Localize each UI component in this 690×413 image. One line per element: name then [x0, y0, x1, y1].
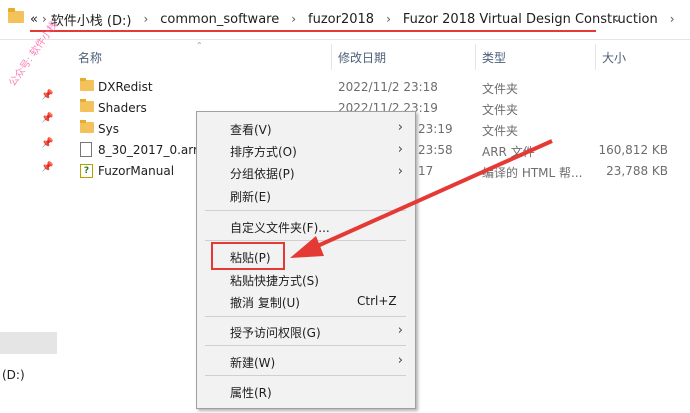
file-type: 文件夹 — [482, 103, 519, 117]
menu-item-undo-copy[interactable]: 撤消 复制(U) Ctrl+Z — [197, 290, 415, 312]
file-icon — [80, 142, 92, 157]
column-header-type[interactable]: 类型 — [482, 49, 506, 66]
file-type: 文件夹 — [482, 82, 519, 96]
help-file-icon: ? — [80, 164, 93, 178]
breadcrumb: « › 软件小栈 (D:) › common_software › fuzor2… — [30, 8, 687, 30]
annotation-underline — [30, 30, 596, 32]
menu-item-grant-access[interactable]: 授予访问权限(G) › — [197, 320, 415, 342]
file-type: 编译的 HTML 帮... — [482, 166, 583, 180]
column-divider[interactable] — [331, 44, 332, 70]
file-size: 23,788 KB — [606, 164, 668, 178]
file-name: Sys — [98, 122, 119, 136]
chevron-right-icon[interactable]: › — [386, 12, 391, 26]
pin-icon[interactable]: 📌 — [41, 90, 53, 101]
menu-item-group[interactable]: 分组依据(P) › — [197, 161, 415, 183]
menu-item-new[interactable]: 新建(W) › — [197, 350, 415, 372]
menu-separator — [205, 345, 406, 346]
sort-up-icon: ⌃ — [196, 41, 203, 50]
breadcrumb-item-fuzor2018[interactable]: fuzor2018 — [308, 12, 374, 27]
file-date: 23:58 — [418, 143, 453, 157]
menu-item-refresh[interactable]: 刷新(E) — [197, 184, 415, 206]
column-header-date[interactable]: 修改日期 — [338, 49, 386, 66]
menu-item-paste-shortcut[interactable]: 粘贴快捷方式(S) — [197, 268, 415, 290]
file-type: 文件夹 — [482, 124, 519, 138]
file-name: 8_30_2017_0.arr — [98, 143, 198, 157]
divider — [0, 39, 690, 40]
breadcrumb-overflow[interactable]: « — [30, 12, 38, 27]
address-dropdown-chevron-icon[interactable]: ⌄ — [612, 11, 622, 25]
breadcrumb-item-common-software[interactable]: common_software — [160, 12, 279, 27]
folder-icon — [80, 120, 94, 133]
menu-separator — [205, 375, 406, 376]
nav-item-drive-d[interactable]: (D:) — [2, 368, 25, 382]
pin-icon[interactable]: 📌 — [41, 138, 53, 149]
file-type: ARR 文件 — [482, 145, 535, 159]
chevron-right-icon: › — [397, 142, 403, 157]
menu-item-view[interactable]: 查看(V) › — [197, 117, 415, 139]
address-bar[interactable]: « › 软件小栈 (D:) › common_software › fuzor2… — [0, 0, 690, 40]
column-divider[interactable] — [475, 44, 476, 70]
menu-separator — [205, 316, 406, 317]
folder-icon — [80, 99, 94, 112]
file-size: 160,812 KB — [598, 143, 668, 157]
chevron-right-icon[interactable]: › — [670, 12, 675, 26]
shortcut-label: Ctrl+Z — [357, 294, 397, 308]
file-name: FuzorManual — [98, 164, 175, 178]
file-name: DXRedist — [98, 80, 153, 94]
file-date: 17 — [418, 164, 434, 178]
pin-icon[interactable]: 📌 — [41, 162, 53, 173]
column-divider[interactable] — [595, 44, 596, 70]
menu-separator — [205, 210, 406, 211]
navigation-pane: 📌 📌 📌 📌 (D:) — [0, 40, 57, 413]
file-date: 2022/11/2 23:18 — [338, 80, 438, 94]
breadcrumb-item-drive[interactable]: 软件小栈 (D:) — [51, 10, 132, 29]
chevron-right-icon: › — [397, 164, 403, 179]
chevron-right-icon[interactable]: › — [291, 12, 296, 26]
chevron-right-icon: › — [397, 353, 403, 368]
folder-icon — [8, 8, 24, 23]
chevron-right-icon: › — [397, 323, 403, 338]
chevron-right-icon[interactable]: › — [143, 12, 148, 26]
file-date: 23:19 — [418, 122, 453, 136]
menu-item-properties[interactable]: 属性(R) — [197, 380, 415, 402]
nav-item-selected[interactable] — [0, 332, 57, 354]
chevron-right-icon: › — [397, 120, 403, 135]
pin-icon[interactable]: 📌 — [41, 113, 53, 124]
menu-separator — [205, 240, 406, 241]
column-header-size[interactable]: 大小 — [602, 49, 626, 66]
menu-item-sort[interactable]: 排序方式(O) › — [197, 139, 415, 161]
file-name: Shaders — [98, 101, 147, 115]
folder-icon — [80, 78, 94, 91]
menu-item-customize-folder[interactable]: 自定义文件夹(F)... — [197, 215, 415, 237]
column-header-name[interactable]: 名称 — [78, 49, 102, 66]
annotation-highlight-box — [211, 242, 285, 270]
file-row[interactable]: DXRedist 2022/11/2 23:18 文件夹 — [78, 77, 690, 98]
